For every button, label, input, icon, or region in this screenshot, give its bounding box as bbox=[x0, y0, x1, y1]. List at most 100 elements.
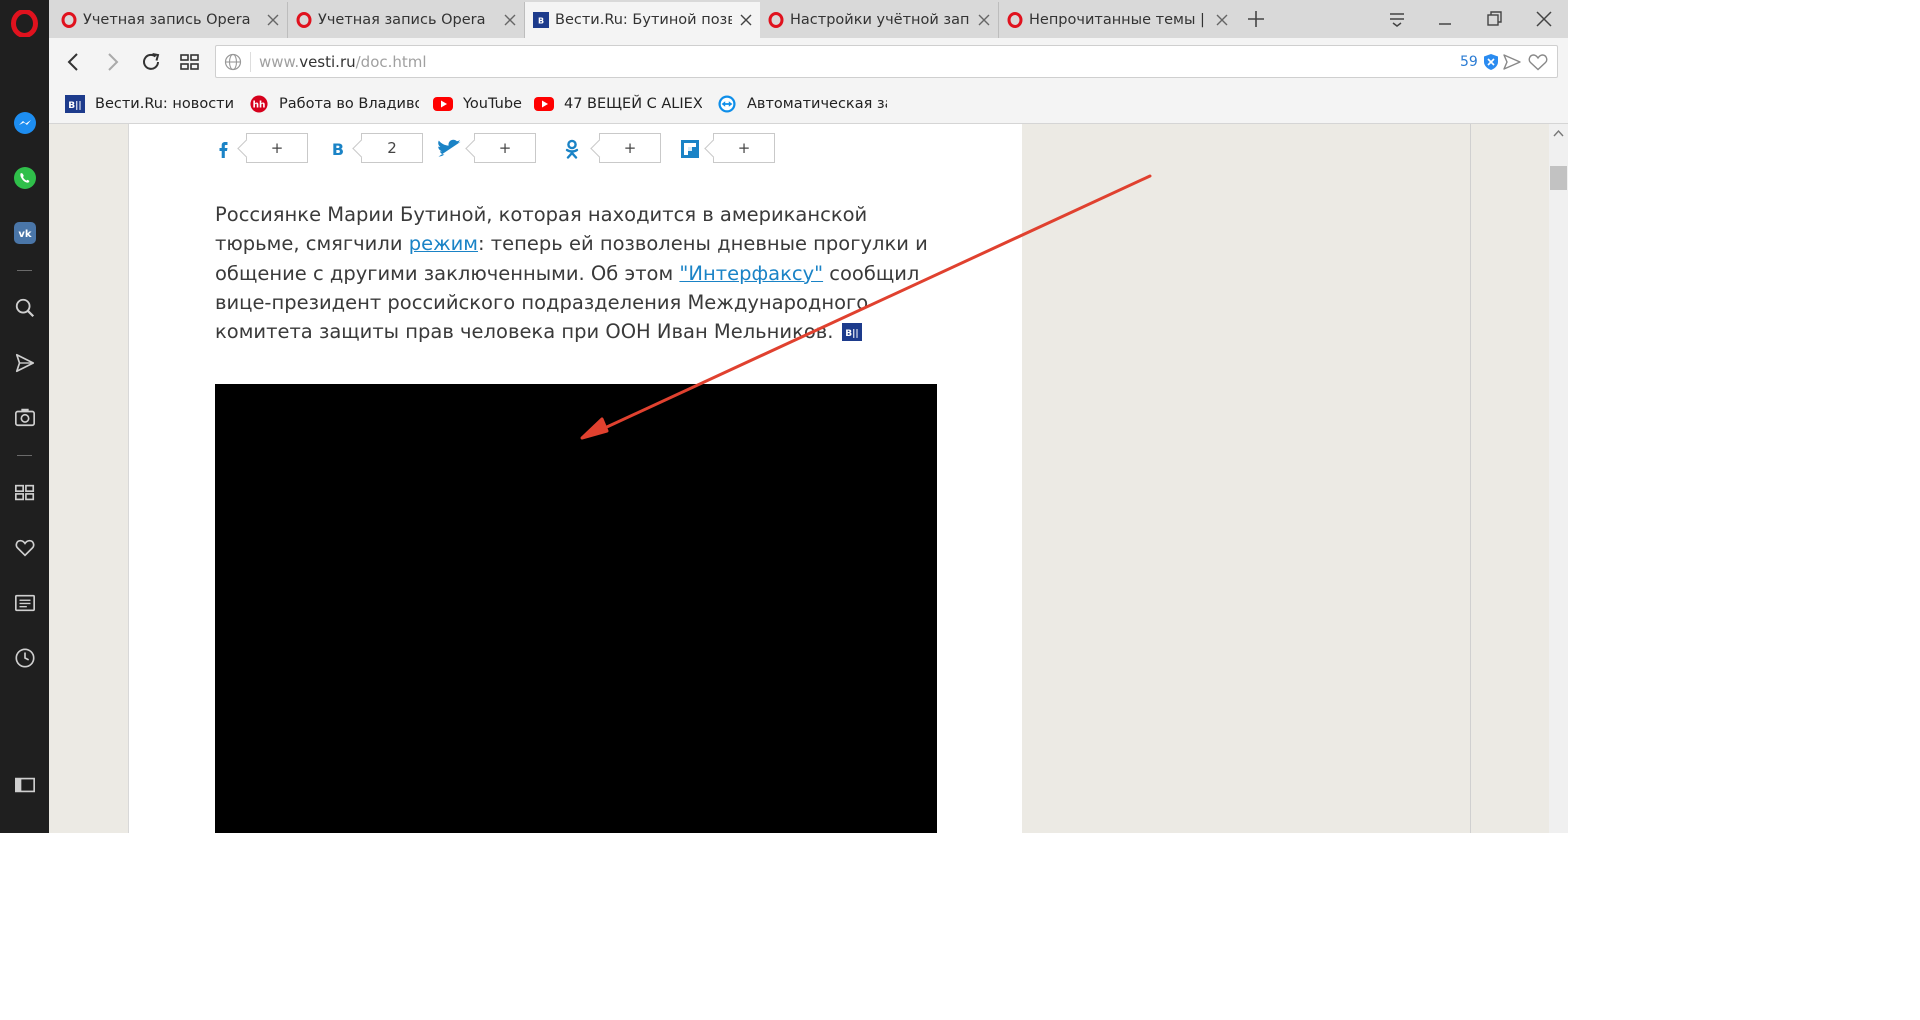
opera-sidebar: vk bbox=[0, 0, 49, 833]
svg-text:vk: vk bbox=[18, 229, 32, 240]
svg-text:B||: B|| bbox=[68, 101, 81, 111]
odnoklassniki-icon[interactable] bbox=[562, 139, 582, 159]
share-count: + bbox=[246, 133, 308, 163]
vk-icon[interactable]: B bbox=[328, 139, 348, 159]
sidebar-toggle-icon[interactable] bbox=[11, 771, 38, 798]
tab-title: Вести.Ru: Бутиной позво bbox=[555, 12, 732, 28]
bookmark-hh[interactable]: hh Работа во Владивост bbox=[249, 93, 419, 115]
article-page: + B 2 + + + Россиянке Марии Бутиной, кот… bbox=[128, 124, 1022, 833]
link-rezhim[interactable]: режим bbox=[409, 232, 478, 255]
svg-text:B||: B|| bbox=[845, 329, 858, 339]
svg-text:B: B bbox=[332, 140, 344, 159]
forward-icon[interactable] bbox=[101, 51, 123, 73]
page-edge-divider bbox=[1470, 124, 1471, 833]
my-flow-icon[interactable] bbox=[11, 349, 38, 376]
facebook-icon[interactable] bbox=[213, 139, 233, 159]
youtube-icon bbox=[534, 97, 554, 111]
globe-icon[interactable] bbox=[224, 53, 242, 71]
link-interfax[interactable]: "Интерфаксу" bbox=[679, 262, 823, 285]
navigation-toolbar: www.vesti.ru/doc.html 59 bbox=[49, 38, 1568, 85]
tab-title: Учетная запись Opera bbox=[318, 12, 486, 28]
heart-bookmarks-icon[interactable] bbox=[11, 534, 38, 561]
opera-logo-icon[interactable] bbox=[11, 9, 38, 38]
address-bar[interactable]: www.vesti.ru/doc.html 59 bbox=[215, 45, 1558, 78]
snapshot-camera-icon[interactable] bbox=[11, 403, 38, 430]
news-icon[interactable] bbox=[11, 589, 38, 616]
opera-icon bbox=[61, 12, 77, 28]
teamviewer-icon bbox=[718, 95, 736, 113]
youtube-icon bbox=[433, 97, 453, 111]
bookmark-label: Вести.Ru: новости, ви bbox=[95, 96, 235, 112]
messenger-icon[interactable] bbox=[11, 109, 38, 136]
close-window-icon[interactable] bbox=[1534, 9, 1554, 29]
vesti-logo-icon: B|| bbox=[841, 323, 862, 342]
tab-opera-account-1[interactable]: Учетная запись Opera bbox=[53, 2, 288, 38]
opera-icon bbox=[296, 12, 312, 28]
adblock-shield-icon[interactable] bbox=[1483, 53, 1499, 71]
share-count: 2 bbox=[361, 133, 423, 163]
reload-icon[interactable] bbox=[140, 51, 162, 73]
bookmark-label: YouTube bbox=[463, 96, 522, 112]
url-host: vesti.ru bbox=[299, 53, 356, 71]
search-icon[interactable] bbox=[11, 294, 38, 321]
bookmark-label: Автоматическая загр bbox=[747, 96, 887, 112]
close-icon[interactable] bbox=[976, 12, 992, 28]
bookmark-heart-icon[interactable] bbox=[1528, 53, 1548, 71]
share-count: + bbox=[713, 133, 775, 163]
close-icon[interactable] bbox=[502, 12, 518, 28]
url-text[interactable]: www.vesti.ru/doc.html bbox=[259, 53, 427, 71]
video-player[interactable] bbox=[215, 384, 937, 833]
vesti-icon: B bbox=[533, 12, 549, 28]
url-path: /doc.html bbox=[355, 53, 427, 71]
adblock-count[interactable]: 59 bbox=[1460, 54, 1478, 70]
sidebar-divider bbox=[17, 455, 32, 456]
share-count: + bbox=[474, 133, 536, 163]
tab-menu-icon[interactable] bbox=[1387, 9, 1407, 29]
restore-window-icon[interactable] bbox=[1484, 9, 1504, 29]
bookmark-teamviewer[interactable]: Автоматическая загр bbox=[717, 93, 887, 115]
flipboard-icon[interactable] bbox=[680, 139, 700, 159]
opera-icon bbox=[1007, 12, 1023, 28]
vk-icon[interactable]: vk bbox=[11, 219, 38, 246]
url-prefix: www. bbox=[259, 53, 300, 71]
sidebar-divider bbox=[17, 270, 32, 271]
twitter-icon[interactable] bbox=[438, 139, 462, 159]
tab-title: Непрочитанные темы | О bbox=[1029, 12, 1208, 28]
close-icon[interactable] bbox=[738, 12, 754, 28]
minimize-icon[interactable] bbox=[1435, 9, 1455, 29]
close-icon[interactable] bbox=[1214, 12, 1230, 28]
close-icon[interactable] bbox=[265, 12, 281, 28]
address-divider bbox=[250, 52, 251, 72]
scroll-up-arrow-icon[interactable] bbox=[1553, 129, 1564, 137]
history-clock-icon[interactable] bbox=[11, 644, 38, 671]
svg-text:B: B bbox=[538, 17, 544, 26]
share-count: + bbox=[599, 133, 661, 163]
tab-vesti-active[interactable]: B Вести.Ru: Бутиной позво bbox=[525, 2, 760, 38]
page-scrollbar[interactable] bbox=[1549, 124, 1568, 833]
page-viewport: + B 2 + + + Россиянке Марии Бутиной, кот… bbox=[49, 124, 1549, 833]
tab-opera-settings[interactable]: Настройки учётной запис bbox=[760, 2, 999, 38]
bookmark-aliexpress-video[interactable]: 47 ВЕЩЕЙ С ALIEXPR bbox=[534, 93, 702, 115]
vesti-icon: B|| bbox=[65, 95, 85, 113]
speed-dial-icon[interactable] bbox=[11, 479, 38, 506]
article-paragraph: Россиянке Марии Бутиной, которая находит… bbox=[215, 200, 935, 346]
bookmark-label: 47 ВЕЩЕЙ С ALIEXPR bbox=[564, 96, 702, 112]
opera-icon bbox=[768, 12, 784, 28]
tab-title: Учетная запись Opera bbox=[83, 12, 251, 28]
bookmarks-bar: B|| Вести.Ru: новости, ви hh Работа во В… bbox=[49, 85, 1568, 124]
tab-unread-topics[interactable]: Непрочитанные темы | О bbox=[999, 2, 1236, 38]
bookmark-label: Работа во Владивост bbox=[279, 96, 419, 112]
tab-opera-account-2[interactable]: Учетная запись Opera bbox=[288, 2, 525, 38]
svg-text:hh: hh bbox=[253, 101, 266, 111]
back-icon[interactable] bbox=[63, 51, 85, 73]
whatsapp-icon[interactable] bbox=[11, 164, 38, 191]
tab-strip: Учетная запись Opera Учетная запись Oper… bbox=[49, 0, 1568, 38]
bookmark-vesti[interactable]: B|| Вести.Ru: новости, ви bbox=[65, 93, 235, 115]
new-tab-plus-icon[interactable] bbox=[1246, 9, 1266, 29]
scroll-thumb[interactable] bbox=[1550, 166, 1567, 190]
bookmark-youtube[interactable]: YouTube bbox=[433, 93, 533, 115]
send-to-flow-icon[interactable] bbox=[1503, 53, 1521, 71]
hh-icon: hh bbox=[250, 95, 268, 113]
tab-title: Настройки учётной запис bbox=[790, 12, 970, 28]
tabs-grid-icon[interactable] bbox=[179, 51, 201, 73]
